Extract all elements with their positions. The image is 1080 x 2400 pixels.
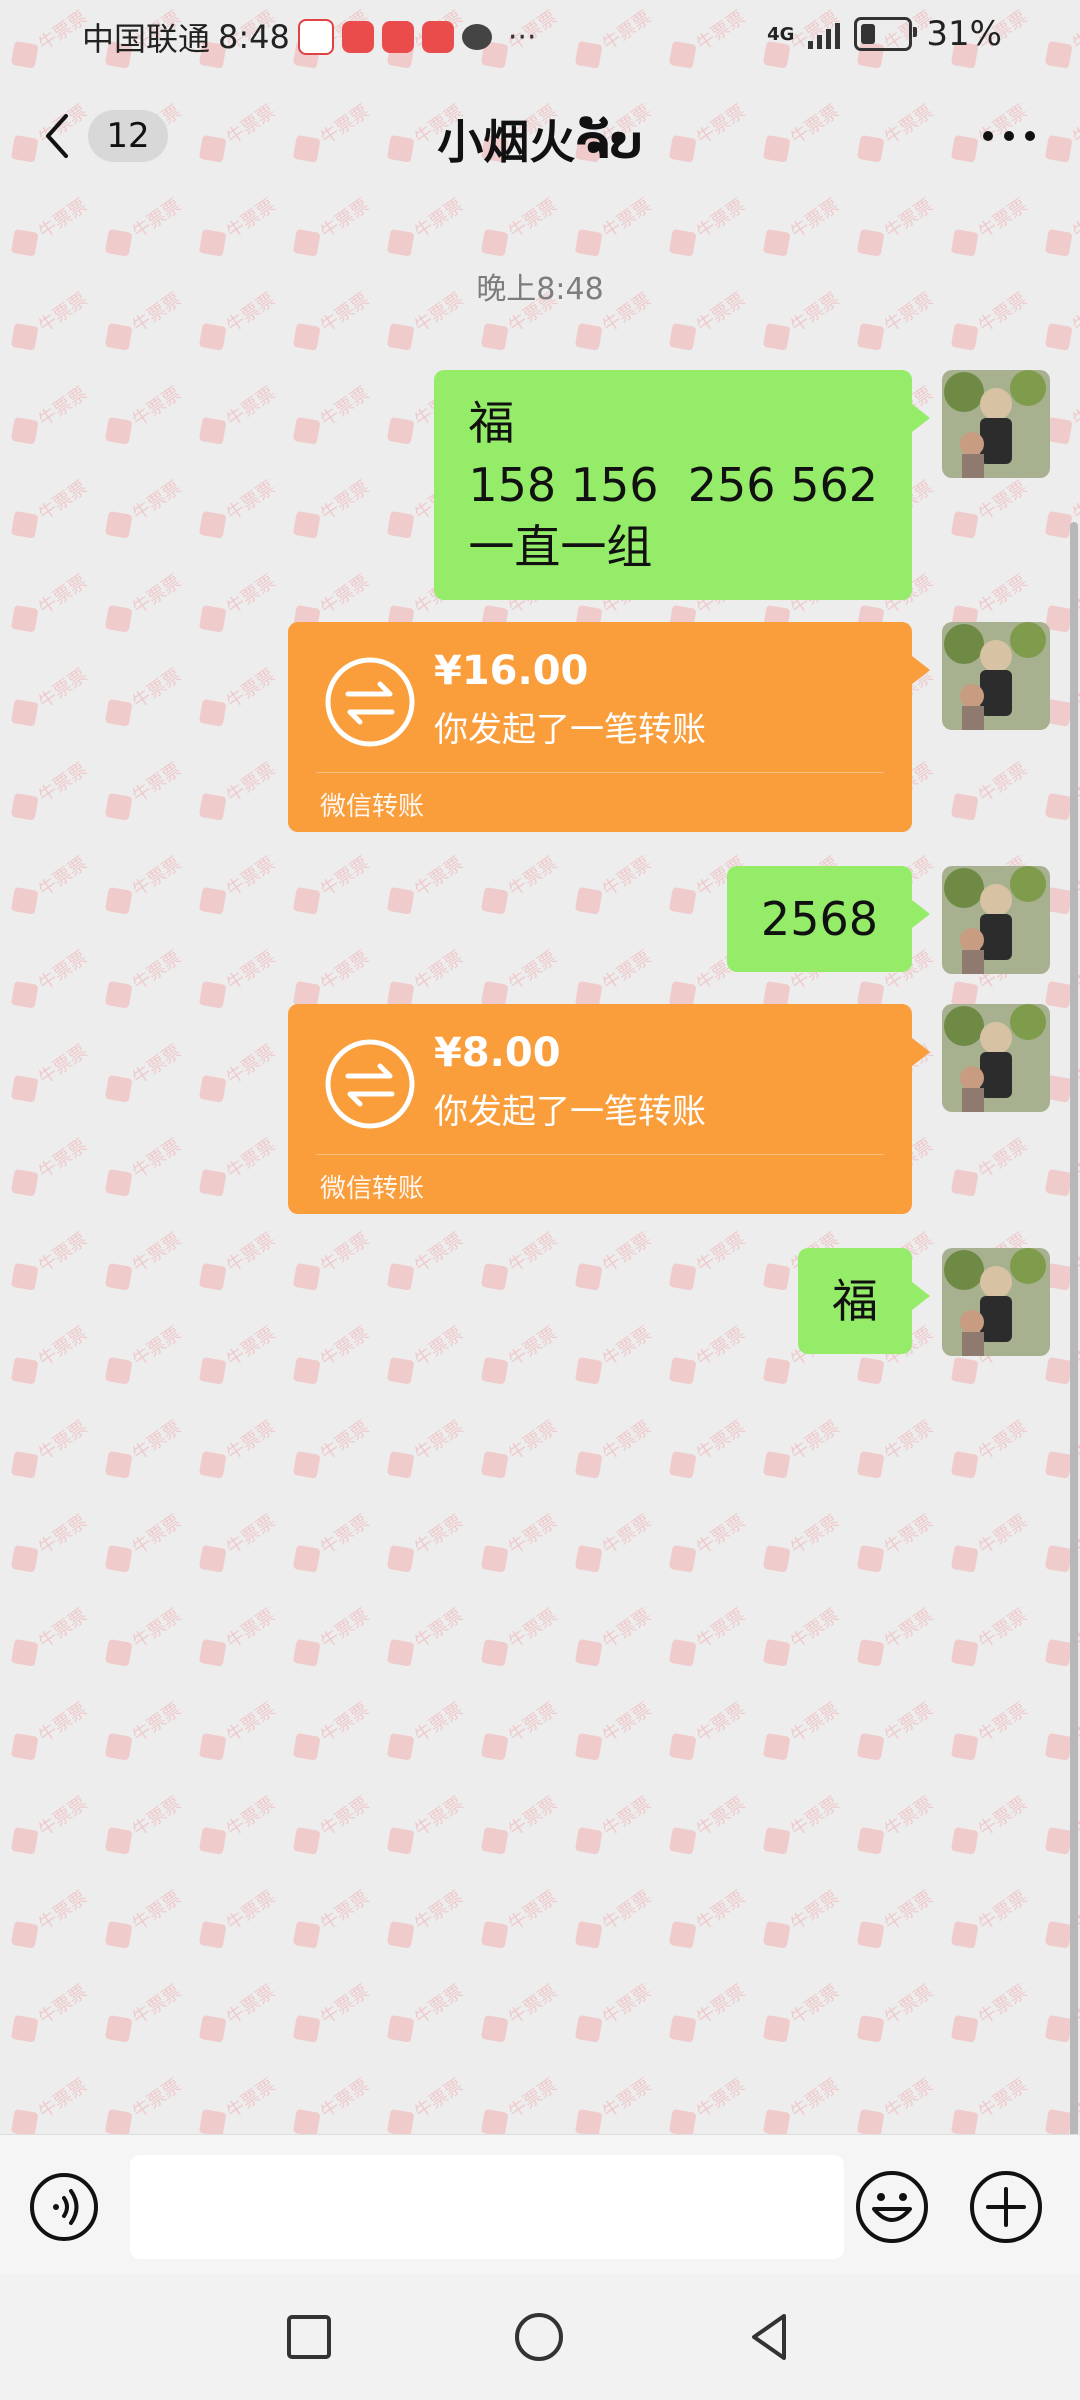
transfer-source-label: 微信转账 [320,1174,425,1204]
transfer-amount: ¥16.00 [434,648,589,694]
message-input[interactable] [130,2155,844,2259]
avatar-photo [942,622,1050,730]
chat-messages-area[interactable]: 晚上8:48 福 158 156 256 562 一直一组 ¥16.00 你发起… [0,192,1080,2322]
emoji-button[interactable] [854,2169,930,2245]
chat-scrollbar[interactable] [1070,522,1078,2322]
chat-header: 12 小烟火ຈັບ [0,82,1080,192]
home-button[interactable] [506,2304,572,2370]
more-options-button[interactable] [974,110,1044,162]
transfer-note: 你发起了一笔转账 [434,710,706,750]
carrier-name: 中国联通 [82,20,211,58]
status-left: 中国联通 8:48 ··· [82,14,536,60]
more-functions-button[interactable] [968,2169,1044,2245]
status-right: 4G 31% [767,14,1002,54]
message-timestamp: 晚上8:48 [476,272,604,307]
emoji-icon [856,2171,928,2243]
more-notifications-icon: ··· [507,19,537,55]
square-icon [287,2315,331,2359]
transfer-divider [316,772,884,773]
battery-level-fill [861,24,876,44]
voice-icon [30,2173,98,2241]
signal-icon [808,19,841,49]
voice-input-button[interactable] [28,2171,100,2243]
plus-icon [970,2171,1042,2243]
avatar[interactable] [942,622,1050,730]
avatar[interactable] [942,1004,1050,1112]
avatar-photo [942,1004,1050,1112]
network-type: 4G [767,23,795,45]
recent-apps-button[interactable] [276,2304,342,2370]
avatar[interactable] [942,370,1050,478]
avatar[interactable] [942,1248,1050,1356]
more-dots-icon [983,131,1035,141]
status-bar: 中国联通 8:48 ··· 4G 31% [0,0,1080,74]
circle-icon [515,2313,563,2361]
battery-percent: 31% [926,14,1002,54]
text-message-bubble[interactable]: 福 158 156 256 562 一直一组 [434,370,930,600]
text-message-bubble[interactable]: 2568 [726,866,931,972]
avatar[interactable] [942,866,1050,974]
system-back-button[interactable] [736,2304,802,2370]
chat-title: 小烟火ຈັບ [437,115,643,169]
transfer-message-card[interactable]: ¥16.00 你发起了一笔转账 微信转账 [288,622,930,832]
avatar-photo [942,1248,1050,1356]
transfer-arrows-icon [325,657,415,747]
wechat-notification-icon [461,24,492,50]
status-time: 8:48 [218,18,290,56]
huawei-app-icon [421,21,454,53]
red-envelope-app-icon [297,19,334,55]
huawei-app-icon [341,21,374,53]
avatar-photo [942,866,1050,974]
huawei-app-icon [381,21,414,53]
transfer-note: 你发起了一笔转账 [434,1092,706,1132]
text-message-bubble[interactable]: 福 [798,1248,930,1354]
avatar-photo [942,370,1050,478]
transfer-divider [316,1154,884,1155]
battery-icon [854,17,918,51]
transfer-arrows-icon [325,1039,415,1129]
chat-input-bar [0,2134,1080,2275]
system-nav-bar [0,2274,1080,2400]
wechat-chat-screen: 牛票票 牛票票 牛票票 牛票票 牛票票 牛票票 牛票票 牛票票 牛票票 牛票票 牛票票 牛票票 牛票票牛… [0,0,1080,2400]
transfer-source-label: 微信转账 [320,792,425,822]
triangle-icon [752,2314,786,2360]
transfer-message-card[interactable]: ¥8.00 你发起了一笔转账 微信转账 [288,1004,930,1214]
transfer-amount: ¥8.00 [434,1030,561,1076]
